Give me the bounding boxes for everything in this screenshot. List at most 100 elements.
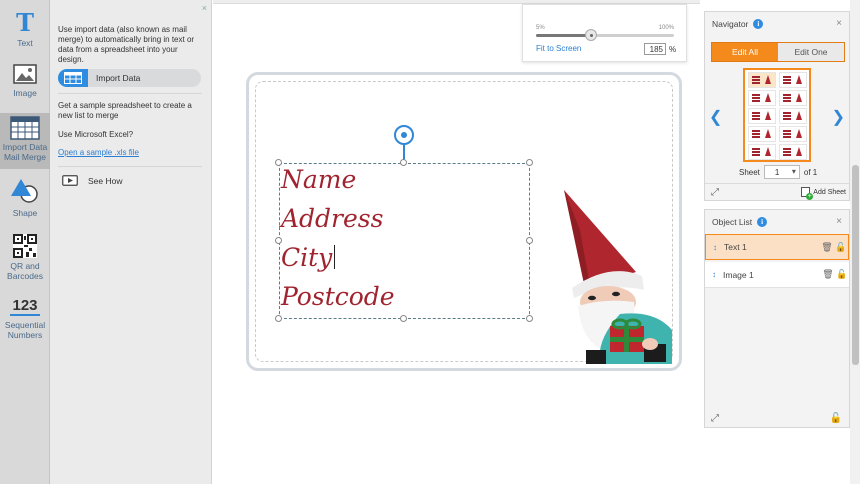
edit-mode-toggle: Edit All Edit One [711, 42, 845, 62]
tool-shape-label: Shape [12, 208, 38, 218]
vertical-scrollbar[interactable] [850, 0, 860, 484]
rotate-handle[interactable] [394, 125, 414, 145]
navigator-close-button[interactable]: × [836, 18, 842, 29]
navigator-footer-divider [705, 183, 849, 184]
see-how-label: See How [88, 175, 123, 186]
unlock-icon[interactable]: 🔓 [835, 269, 849, 280]
expand-icon[interactable]: ⤢ [711, 187, 719, 198]
sample-spreadsheet-text: Get a sample spreadsheet to create a new… [58, 101, 192, 120]
zoom-popover: 5% 100% Fit to Screen % [522, 4, 687, 62]
tool-image-label: Image [13, 88, 37, 98]
trash-icon[interactable]: 🗑 [821, 269, 835, 280]
panel-divider [58, 166, 202, 167]
sample-xls-link[interactable]: Open a sample .xls file [58, 148, 139, 157]
resize-handle-right[interactable] [526, 237, 533, 244]
sheet-select[interactable]: 1 [763, 165, 800, 179]
panel-close-button[interactable]: × [202, 3, 207, 13]
sheet-thumbnail-label [779, 72, 807, 88]
zoom-slider-track[interactable] [536, 34, 674, 37]
add-sheet-button[interactable]: Add Sheet [801, 187, 846, 200]
sheet-thumbnail[interactable] [743, 68, 811, 162]
add-page-icon [801, 187, 814, 200]
fit-to-screen-link[interactable]: Fit to Screen [536, 44, 581, 53]
sheet-thumbnail-label [779, 126, 807, 142]
video-play-icon [62, 175, 78, 186]
spreadsheet-icon [10, 116, 40, 140]
sheet-thumbnail-label [748, 90, 776, 106]
sheet-thumbnail-label [779, 90, 807, 106]
resize-handle-top-right[interactable] [526, 159, 533, 166]
import-data-button-label: Import Data [96, 73, 141, 83]
chevron-right-icon[interactable]: ❯ [832, 107, 845, 127]
navigator-panel: Navigator i × Edit All Edit One ❮ ❯ Shee… [704, 11, 850, 201]
left-toolbar: T Text Image Import Data Mail Merge Shap… [0, 0, 50, 484]
text-icon: T [16, 8, 34, 37]
zoom-min-label: 5% [536, 25, 545, 31]
sheet-selector-row: Sheet 1 of 1 [739, 165, 817, 179]
chevron-left-icon[interactable]: ❮ [709, 107, 722, 127]
unlock-icon[interactable]: 🔓 [834, 242, 848, 253]
address-line-name[interactable]: Name [281, 165, 356, 195]
add-sheet-label: Add Sheet [813, 188, 846, 196]
navigator-title: Navigator i [712, 19, 764, 29]
qr-code-icon [13, 234, 37, 258]
object-row-text-1[interactable]: ↕ Text 1 🗑 🔓 [705, 234, 849, 260]
import-data-button[interactable]: Import Data [58, 69, 201, 87]
zoom-percent-unit: % [669, 45, 677, 54]
object-list-close-button[interactable]: × [836, 216, 842, 227]
tool-text[interactable]: T Text [0, 10, 50, 54]
object-name: Image 1 [723, 269, 754, 280]
edit-one-button[interactable]: Edit One [778, 43, 844, 61]
resize-handle-bottom[interactable] [400, 315, 407, 322]
edit-all-button[interactable]: Edit All [712, 43, 778, 61]
scrollbar-thumb[interactable] [852, 165, 859, 365]
zoom-slider-handle[interactable] [585, 29, 598, 41]
import-intro-text: Use import data (also known as mail merg… [58, 25, 195, 64]
address-line-address[interactable]: Address [281, 204, 383, 234]
resize-handle-bottom-right[interactable] [526, 315, 533, 322]
image-icon [13, 64, 37, 84]
tool-import-data-label: Import Data Mail Merge [2, 142, 48, 162]
tool-qr[interactable]: QR and Barcodes [0, 233, 50, 285]
sheet-thumbnail-label [748, 126, 776, 142]
object-list-panel: Object List i × ↕ Text 1 🗑 🔓 ↕ Image 1 🗑… [704, 209, 850, 428]
drag-handle-icon[interactable]: ↕ [706, 243, 724, 252]
resize-handle-top[interactable] [400, 159, 407, 166]
info-icon[interactable]: i [753, 19, 764, 29]
see-how-button[interactable]: See How [62, 175, 123, 186]
expand-icon[interactable]: ⤢ [711, 413, 719, 424]
sheet-thumbnail-label [748, 108, 776, 124]
lock-all-icon[interactable]: 🔓 [830, 413, 842, 424]
zoom-percent-input[interactable] [644, 43, 666, 55]
resize-handle-bottom-left[interactable] [275, 315, 282, 322]
object-row-image-1[interactable]: ↕ Image 1 🗑 🔓 [705, 262, 849, 288]
gnome-image[interactable] [560, 190, 676, 364]
sequential-numbers-icon: 123 [0, 297, 50, 316]
sequential-numbers-glyph: 123 [10, 297, 40, 316]
navigator-title-text: Navigator [712, 19, 749, 29]
object-list-title-text: Object List [712, 217, 753, 227]
import-data-panel: × Use import data (also known as mail me… [50, 0, 212, 484]
object-list-title: Object List i [712, 217, 768, 227]
info-icon[interactable]: i [757, 217, 768, 227]
zoom-slider-fill [536, 34, 592, 37]
spreadsheet-icon [58, 69, 88, 87]
zoom-max-label: 100% [658, 25, 674, 31]
shape-icon [11, 179, 38, 203]
text-cursor [334, 245, 335, 269]
address-line-postcode[interactable]: Postcode [281, 282, 395, 312]
tool-import-data[interactable]: Import Data Mail Merge [0, 113, 50, 169]
tool-qr-label: QR and Barcodes [7, 261, 43, 281]
tool-image[interactable]: Image [0, 64, 50, 108]
trash-icon[interactable]: 🗑 [820, 242, 834, 253]
sheet-thumbnail-label [779, 108, 807, 124]
sheet-label: Sheet [739, 167, 760, 177]
tool-sequential-numbers[interactable]: 123 Sequential Numbers [0, 297, 50, 345]
tool-text-label: Text [17, 38, 33, 48]
drag-handle-icon[interactable]: ↕ [705, 270, 723, 279]
sheet-thumbnail-label [748, 144, 776, 160]
tool-sequential-numbers-label: Sequential Numbers [4, 320, 46, 340]
tool-shape[interactable]: Shape [0, 176, 50, 220]
sheet-thumbnail-label [748, 72, 776, 88]
address-line-city[interactable]: City [281, 243, 332, 273]
